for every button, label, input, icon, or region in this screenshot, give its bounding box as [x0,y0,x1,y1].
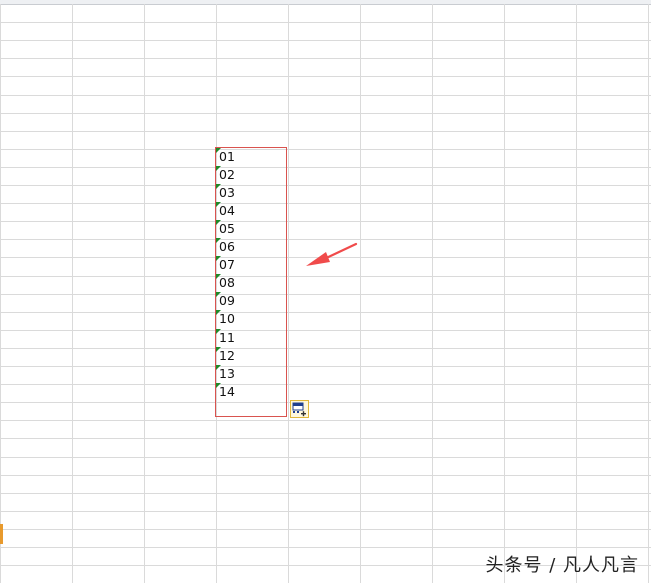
row-gridline [0,420,651,421]
column-gridline [504,4,505,583]
row-gridline [0,511,651,512]
row-gridline [0,149,651,150]
row-gridline [0,40,651,41]
column-gridline [432,4,433,583]
row-gridline [0,58,651,59]
column-gridline [648,4,649,583]
column-gridline [0,4,1,583]
row-gridline [0,113,651,114]
paste-options-button[interactable] [290,400,309,418]
column-gridline [576,4,577,583]
column-gridline [360,4,361,583]
row-gridline [0,547,651,548]
column-header-strip[interactable] [0,0,651,5]
paste-options-icon [292,402,306,417]
row-gridline [0,276,651,277]
row-gridline [0,294,651,295]
column-gridline [288,4,289,583]
row-gridline [0,185,651,186]
arrow-annotation-icon [306,242,358,266]
row-gridline [0,131,651,132]
row-gridline [0,438,651,439]
row-gridline [0,457,651,458]
column-gridline [72,4,73,583]
row-gridline [0,348,651,349]
row-gridline [0,366,651,367]
row-gridline [0,203,651,204]
column-gridline [144,4,145,583]
row-gridline [0,22,651,23]
row-gridline [0,475,651,476]
row-gridline [0,221,651,222]
row-gridline [0,529,651,530]
row-gridline [0,402,651,403]
row-gridline [0,76,651,77]
row-gridline [0,384,651,385]
row-marker [0,524,3,544]
watermark-text: 头条号 / 凡人凡言 [485,555,639,576]
row-gridline [0,95,651,96]
row-gridline [0,312,651,313]
row-gridline [0,493,651,494]
row-gridline [0,167,651,168]
row-gridline [0,330,651,331]
spreadsheet-grid[interactable]: 01 02 03 04 05 06 07 08 09 10 11 12 13 14 头条号 / 凡人凡言 [0,0,651,583]
selected-range[interactable] [215,147,287,417]
